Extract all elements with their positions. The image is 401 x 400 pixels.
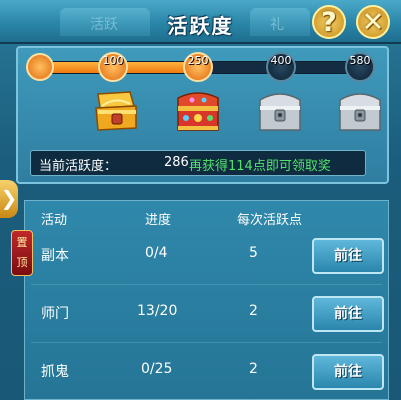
chest-red-jeweled-icon[interactable] bbox=[172, 90, 224, 132]
activity-points: 2 bbox=[249, 361, 258, 377]
milestone-label-250: 250 bbox=[187, 54, 209, 67]
activity-name: 师门 bbox=[41, 306, 69, 322]
milestone-label-100: 100 bbox=[102, 54, 124, 67]
pin-to-top-tag[interactable]: 置顶 bbox=[11, 230, 33, 276]
go-button[interactable]: 前往 bbox=[312, 296, 384, 332]
chest-silver-locked-icon[interactable] bbox=[334, 90, 386, 132]
activity-points: 2 bbox=[249, 303, 258, 319]
current-activity-label: 当前活跃度： bbox=[39, 159, 118, 174]
activity-progress: 0/25 bbox=[141, 361, 173, 377]
next-reward-tip: 再获得114点即可领取奖 bbox=[189, 159, 331, 174]
activity-status-bar: 当前活跃度： 286 再获得114点即可领取奖 bbox=[30, 150, 366, 176]
table-row: 副本 0/4 5 前往 bbox=[25, 227, 388, 285]
activity-window: 活跃 礼 活跃度 ? ✕ 100 250 400 580 当前活跃度： 286 … bbox=[0, 0, 401, 400]
table-row: 抓鬼 0/25 2 前往 bbox=[25, 343, 388, 400]
chevron-right-icon[interactable]: ❯ bbox=[0, 180, 18, 218]
milestone-label-400: 400 bbox=[270, 54, 292, 67]
help-icon[interactable]: ? bbox=[312, 5, 346, 39]
go-button[interactable]: 前往 bbox=[312, 238, 384, 274]
chest-open-gold-icon[interactable] bbox=[90, 90, 142, 132]
activity-name: 抓鬼 bbox=[41, 364, 69, 380]
activity-name: 副本 bbox=[41, 248, 69, 264]
close-icon[interactable]: ✕ bbox=[356, 5, 390, 39]
activity-table: 活动 进度 每次活跃点 副本 0/4 5 前往 师门 13/20 2 前往 抓鬼… bbox=[24, 200, 389, 400]
table-row: 师门 13/20 2 前往 bbox=[25, 285, 388, 343]
progress-start-marker bbox=[26, 53, 54, 81]
activity-points: 5 bbox=[249, 245, 258, 261]
activity-progress: 13/20 bbox=[137, 303, 178, 319]
chest-silver-locked-icon[interactable] bbox=[254, 90, 306, 132]
column-header-points: 每次活跃点 bbox=[237, 213, 303, 228]
current-activity-value: 286 bbox=[164, 155, 189, 170]
column-header-progress: 进度 bbox=[145, 213, 172, 228]
milestone-label-580: 580 bbox=[349, 54, 371, 67]
window-header: 活跃 礼 活跃度 ? ✕ bbox=[0, 0, 401, 44]
column-header-activity: 活动 bbox=[41, 213, 68, 228]
go-button[interactable]: 前往 bbox=[312, 354, 384, 390]
activity-progress: 0/4 bbox=[145, 245, 168, 261]
